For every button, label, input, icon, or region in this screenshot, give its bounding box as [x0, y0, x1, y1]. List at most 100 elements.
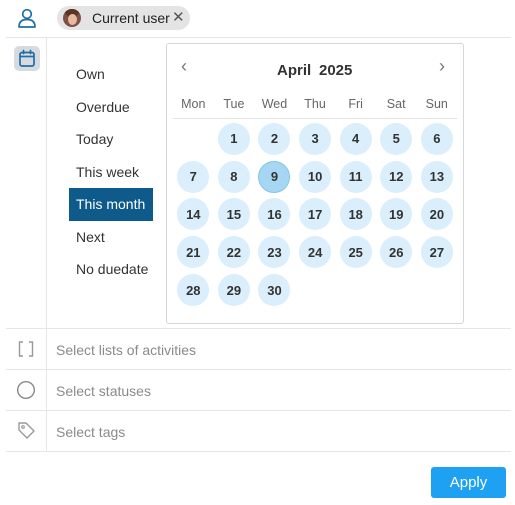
calendar-day[interactable]: 22 [214, 233, 255, 271]
calendar-day-today[interactable]: 9 [254, 158, 295, 196]
apply-button[interactable]: Apply [431, 467, 506, 498]
due-date-options: Own Overdue Today This week This month Next No… [69, 58, 153, 286]
calendar-day-number: 6 [420, 122, 453, 155]
tags-placeholder: Select tags [56, 424, 126, 440]
previous-month-icon[interactable]: ‹ [181, 56, 187, 77]
calendar-day[interactable]: 12 [376, 158, 417, 196]
calendar-day-number: 11 [339, 160, 372, 193]
calendar-day-number: 9 [258, 160, 291, 193]
weekday-label: Sat [386, 97, 406, 111]
tags-filter-row[interactable]: Select tags [6, 411, 511, 452]
due-date-option-no-duedate[interactable]: No duedate [69, 253, 153, 286]
due-date-icon-cell [6, 38, 47, 328]
calendar-day[interactable]: 24 [295, 233, 336, 271]
lists-filter-row[interactable]: Select lists of activities [6, 329, 511, 370]
calendar-icon [19, 49, 35, 67]
calendar-day[interactable]: 14 [173, 196, 214, 234]
calendar-day[interactable]: 18 [335, 196, 376, 234]
calendar-day-number: 13 [420, 160, 453, 193]
calendar-day-number: 22 [217, 236, 250, 269]
calendar-day[interactable]: 20 [417, 196, 458, 234]
current-user-chip[interactable]: Current user ✕ [57, 6, 190, 30]
lists-icon-cell [6, 329, 47, 369]
calendar-day[interactable]: 15 [214, 196, 255, 234]
calendar-day[interactable]: 4 [335, 120, 376, 158]
calendar-icon-badge[interactable] [14, 46, 40, 71]
calendar-day[interactable]: 27 [417, 233, 458, 271]
calendar-day[interactable]: 11 [335, 158, 376, 196]
tags-icon-cell [6, 411, 47, 451]
weekday-label: Fri [348, 97, 363, 111]
assignee-filter-row: Current user ✕ [6, 0, 511, 38]
calendar-day[interactable]: 17 [295, 196, 336, 234]
calendar-day-number: 3 [299, 122, 332, 155]
calendar-day[interactable]: 6 [417, 120, 458, 158]
calendar-day[interactable]: 23 [254, 233, 295, 271]
calendar-day-number: 19 [380, 198, 413, 231]
due-date-option-this-week[interactable]: This week [69, 156, 153, 189]
statuses-placeholder: Select statuses [56, 383, 151, 399]
calendar-year: 2025 [319, 62, 353, 79]
calendar-day-number: 4 [339, 122, 372, 155]
calendar-day[interactable]: 26 [376, 233, 417, 271]
weekday-header: Mon Tue Wed Thu Fri Sat Sun [173, 97, 457, 119]
brackets-icon [18, 341, 34, 357]
due-date-option-overdue[interactable]: Overdue [69, 91, 153, 124]
calendar-day-number: 2 [258, 122, 291, 155]
calendar-day[interactable]: 28 [173, 271, 214, 309]
calendar-day-number: 25 [339, 236, 372, 269]
calendar-day-number: 14 [177, 198, 210, 231]
user-icon [18, 8, 36, 28]
calendar-day[interactable]: 1 [214, 120, 255, 158]
weekday-label: Sun [425, 97, 448, 111]
calendar-day[interactable]: 21 [173, 233, 214, 271]
chip-remove-icon[interactable]: ✕ [172, 8, 185, 26]
weekday-label: Wed [261, 97, 288, 111]
calendar-day-number: 15 [217, 198, 250, 231]
weekday-label: Mon [181, 97, 206, 111]
calendar-day[interactable]: 30 [254, 271, 295, 309]
statuses-icon-cell [6, 370, 47, 410]
calendar-day-number: 26 [380, 236, 413, 269]
tag-icon [18, 422, 35, 439]
calendar-day-number: 23 [258, 236, 291, 269]
calendar-day-number: 18 [339, 198, 372, 231]
due-date-option-next[interactable]: Next [69, 221, 153, 254]
due-date-option-today[interactable]: Today [69, 123, 153, 156]
calendar-month: April [277, 62, 312, 79]
next-month-icon[interactable]: › [439, 56, 445, 77]
calendar-day-number: 28 [177, 274, 210, 307]
calendar-day-number: 17 [299, 198, 332, 231]
calendar-day-number: 20 [420, 198, 453, 231]
calendar-day[interactable]: 2 [254, 120, 295, 158]
weekday-label: Thu [304, 97, 326, 111]
calendar-day-number: 12 [380, 160, 413, 193]
calendar-day-number: 24 [299, 236, 332, 269]
calendar-day[interactable]: 3 [295, 120, 336, 158]
avatar [63, 9, 81, 27]
calendar-day-number: 29 [217, 274, 250, 307]
calendar-day[interactable]: 19 [376, 196, 417, 234]
calendar-day[interactable]: 29 [214, 271, 255, 309]
calendar-day[interactable]: 10 [295, 158, 336, 196]
calendar-day[interactable]: 16 [254, 196, 295, 234]
calendar-day[interactable]: 13 [417, 158, 458, 196]
calendar-day[interactable]: 8 [214, 158, 255, 196]
calendar-day[interactable]: 25 [335, 233, 376, 271]
lists-placeholder: Select lists of activities [56, 342, 197, 358]
due-date-filter-row: Own Overdue Today This week This month Next No… [6, 38, 511, 329]
calendar-day-number: 30 [258, 274, 291, 307]
calendar-day[interactable]: 5 [376, 120, 417, 158]
statuses-filter-row[interactable]: Select statuses [6, 370, 511, 411]
assignee-icon-cell [6, 0, 47, 37]
due-date-option-this-month[interactable]: This month [69, 188, 153, 221]
calendar-day-number: 27 [420, 236, 453, 269]
calendar-day-number: 7 [177, 160, 210, 193]
calendar-day[interactable]: 7 [173, 158, 214, 196]
calendar-day-number: 21 [177, 236, 210, 269]
calendar-day-number: 1 [217, 122, 250, 155]
calendar-day-number: 8 [217, 160, 250, 193]
due-date-option-own[interactable]: Own [69, 58, 153, 91]
calendar-day-number: 5 [380, 122, 413, 155]
calendar-days-grid: 1 2 3 4 5 6 7 8 9 10 11 12 13 14 15 16 17 18 19 20 21 22 23 24 2… [173, 120, 457, 309]
